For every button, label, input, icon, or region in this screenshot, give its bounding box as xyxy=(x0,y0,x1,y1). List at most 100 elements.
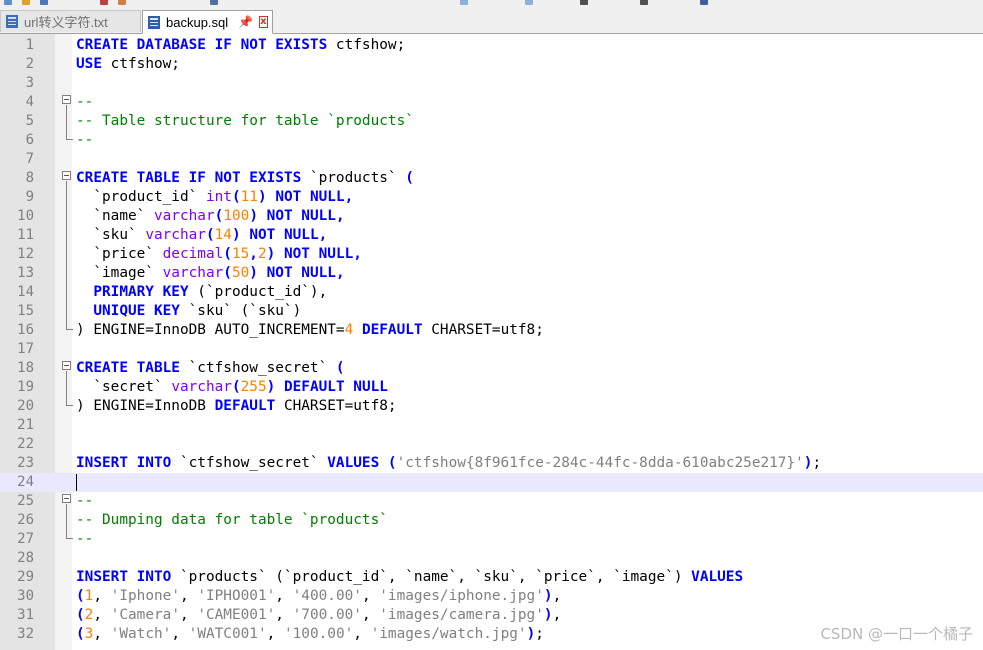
token-text: , xyxy=(552,588,562,604)
code-line[interactable]: 8 CREATE TABLE IF NOT EXISTS `products` ( xyxy=(0,169,983,188)
code-line[interactable]: 14 PRIMARY KEY (`product_id`), xyxy=(0,283,983,302)
code-text: UNIQUE KEY `sku` (`sku`) xyxy=(76,302,301,321)
token-comment: -- xyxy=(76,132,94,148)
code-line[interactable]: 4 -- xyxy=(0,93,983,112)
token-keyword: ) xyxy=(526,626,536,642)
line-number: 20 xyxy=(17,398,34,414)
copy-icon[interactable] xyxy=(118,0,126,5)
code-text: ) ENGINE=InnoDB AUTO_INCREMENT=4 DEFAULT… xyxy=(76,321,544,340)
line-number: 12 xyxy=(17,246,34,262)
code-text: -- xyxy=(76,93,93,112)
token-text: ; xyxy=(812,455,822,471)
code-line[interactable]: 16) ENGINE=InnoDB AUTO_INCREMENT=4 DEFAU… xyxy=(0,321,983,340)
token-number: 255 xyxy=(240,379,267,395)
tab-url-escape-txt[interactable]: url转义字符.txt xyxy=(0,10,141,32)
code-text: (1, 'Iphone', 'IPHO001', '400.00', 'imag… xyxy=(76,587,561,606)
code-line[interactable]: 25 -- xyxy=(0,492,983,511)
code-line[interactable]: 22 xyxy=(0,435,983,454)
token-keyword: ( xyxy=(223,246,232,262)
code-line[interactable]: 2 USE ctfshow; xyxy=(0,55,983,74)
code-line[interactable]: 19 `secret` varchar(255) DEFAULT NULL xyxy=(0,378,983,397)
token-text: `sku` xyxy=(76,227,146,243)
cut-icon[interactable] xyxy=(100,0,108,5)
code-line[interactable]: 27 -- xyxy=(0,530,983,549)
zoom-icon[interactable] xyxy=(525,0,533,5)
open-file-icon[interactable] xyxy=(22,0,30,5)
save-icon[interactable] xyxy=(40,0,48,5)
token-keyword: NOT NULL, xyxy=(249,227,328,243)
code-line[interactable]: 17 xyxy=(0,340,983,359)
code-line[interactable]: 21 xyxy=(0,416,983,435)
find-icon[interactable] xyxy=(460,0,468,5)
code-line[interactable]: 29 INSERT INTO `products` (`product_id`, … xyxy=(0,568,983,587)
token-string: 'WATC001' xyxy=(188,626,267,642)
close-tab-icon[interactable]: x xyxy=(259,16,268,28)
code-line[interactable]: 7 xyxy=(0,150,983,169)
token-text: , xyxy=(93,607,111,623)
code-text: (2, 'Camera', 'CAME001', '700.00', 'imag… xyxy=(76,606,561,625)
undo-icon[interactable] xyxy=(210,0,218,5)
token-number: 11 xyxy=(240,189,258,205)
token-text: `price` xyxy=(76,246,163,262)
code-text: USE ctfshow; xyxy=(76,55,180,74)
code-line[interactable]: 18 CREATE TABLE `ctfshow_secret` ( xyxy=(0,359,983,378)
new-file-icon[interactable] xyxy=(4,0,12,5)
fold-toggle-icon[interactable] xyxy=(62,171,71,180)
line-number: 22 xyxy=(17,436,34,452)
line-number: 25 xyxy=(17,493,34,509)
token-keyword: NOT NULL, xyxy=(283,246,362,262)
code-line[interactable]: 23 INSERT INTO `ctfshow_secret` VALUES ('… xyxy=(0,454,983,473)
tab-bar: url转义字符.txt backup.sql 📌 x xyxy=(0,7,983,34)
code-line[interactable]: 3 xyxy=(0,74,983,93)
code-line[interactable]: 5 -- Table structure for table `products` xyxy=(0,112,983,131)
macro-icon[interactable] xyxy=(580,0,588,5)
line-number: 1 xyxy=(25,37,34,53)
token-text: `products` xyxy=(301,170,406,186)
code-line[interactable]: 24 xyxy=(0,473,983,492)
code-line[interactable]: 1 CREATE DATABASE IF NOT EXISTS ctfshow; xyxy=(0,36,983,55)
code-line[interactable]: 30 (1, 'Iphone', 'IPHO001', '400.00', 'im… xyxy=(0,587,983,606)
token-comment: -- xyxy=(76,493,94,509)
line-number: 27 xyxy=(17,531,34,547)
record-icon[interactable] xyxy=(640,0,648,5)
code-line[interactable]: 6 -- xyxy=(0,131,983,150)
line-number: 6 xyxy=(25,132,34,148)
code-line[interactable]: 26 -- Dumping data for table `products` xyxy=(0,511,983,530)
code-text: `price` decimal(15,2) NOT NULL, xyxy=(76,245,362,264)
token-keyword: PRIMARY KEY xyxy=(93,284,189,300)
play-icon[interactable] xyxy=(700,0,708,5)
line-number: 29 xyxy=(17,569,34,585)
code-text: -- Table structure for table `products` xyxy=(76,112,414,131)
line-number: 26 xyxy=(17,512,34,528)
code-line[interactable]: 12 `price` decimal(15,2) NOT NULL, xyxy=(0,245,983,264)
token-keyword: ( xyxy=(335,360,345,376)
fold-toggle-icon[interactable] xyxy=(62,361,71,370)
token-keyword: CREATE DATABASE IF NOT EXISTS xyxy=(76,37,328,53)
code-editor[interactable]: 1 CREATE DATABASE IF NOT EXISTS ctfshow; 2… xyxy=(0,34,983,650)
token-text: `name` xyxy=(76,208,154,224)
code-line[interactable]: 28 xyxy=(0,549,983,568)
token-text: , xyxy=(93,588,111,604)
pin-icon[interactable]: 📌 xyxy=(238,15,253,29)
token-keyword: VALUES xyxy=(691,569,744,585)
code-line[interactable]: 15 UNIQUE KEY `sku` (`sku`) xyxy=(0,302,983,321)
token-keyword: DEFAULT NULL xyxy=(283,379,388,395)
token-text: ) ENGINE=InnoDB xyxy=(76,398,215,414)
token-text: , xyxy=(275,607,293,623)
code-line[interactable]: 9 `product_id` int(11) NOT NULL, xyxy=(0,188,983,207)
notepad-file-icon xyxy=(148,15,160,29)
fold-toggle-icon[interactable] xyxy=(62,95,71,104)
fold-guide xyxy=(66,504,67,538)
fold-toggle-icon[interactable] xyxy=(62,494,71,503)
code-line[interactable]: 10 `name` varchar(100) NOT NULL, xyxy=(0,207,983,226)
token-text: ; xyxy=(535,626,544,642)
code-line[interactable]: 13 `image` varchar(50) NOT NULL, xyxy=(0,264,983,283)
token-text: ctfshow; xyxy=(327,37,406,53)
token-keyword: ( xyxy=(405,170,414,186)
fold-guide xyxy=(66,105,67,139)
code-line[interactable]: 20) ENGINE=InnoDB DEFAULT CHARSET=utf8; xyxy=(0,397,983,416)
token-string: 'CAME001' xyxy=(197,607,276,623)
code-line[interactable]: 11 `sku` varchar(14) NOT NULL, xyxy=(0,226,983,245)
tab-backup-sql[interactable]: backup.sql 📌 x xyxy=(142,10,273,34)
